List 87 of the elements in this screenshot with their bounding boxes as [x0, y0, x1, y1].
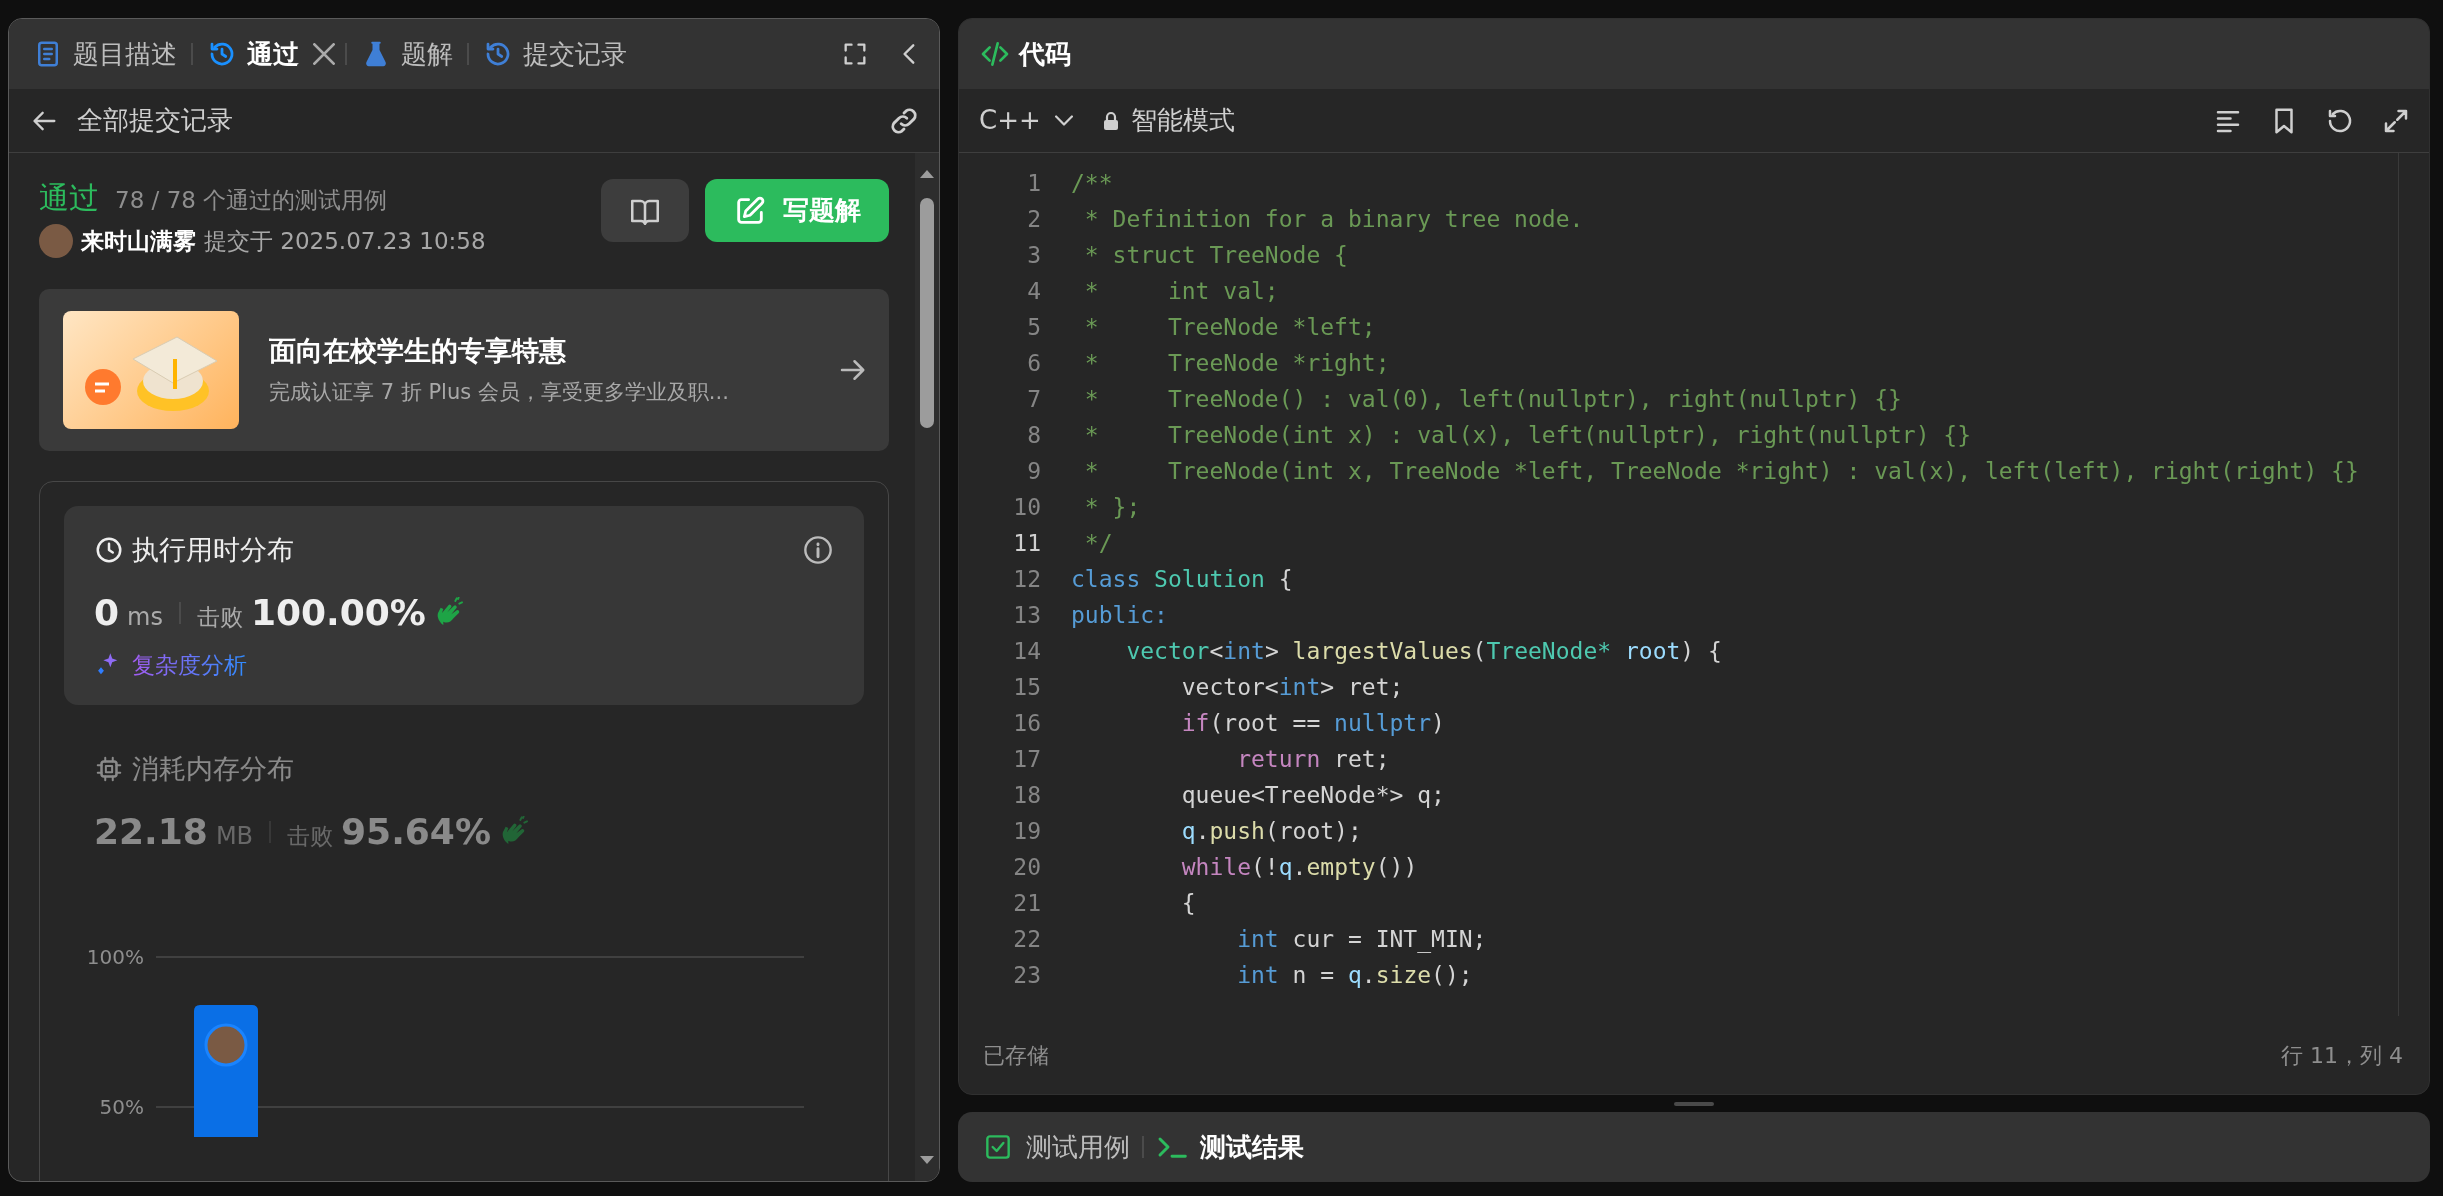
- panel-tab[interactable]: 提交记录: [479, 34, 631, 74]
- panel-tab[interactable]: 测试用例: [982, 1127, 1130, 1167]
- promo-banner[interactable]: 面向在校学生的专享特惠 完成认证享 7 折 Plus 会员，享受更多学业及职...: [39, 288, 889, 451]
- line-number: 22: [1012, 924, 1041, 954]
- line-number: 23: [1012, 960, 1041, 990]
- code-line: * TreeNode *right;: [1083, 348, 1390, 378]
- line-number: 6: [1026, 348, 1041, 378]
- code-line: if(root == nullptr): [1180, 708, 1445, 738]
- code-line: * TreeNode(int x, TreeNode *left, TreeNode *right) : val(x), left(left), right(right) {}: [1083, 456, 2359, 486]
- beats-label: 击败: [196, 603, 243, 632]
- metric-unit: ms: [127, 602, 163, 633]
- line-number: 15: [1012, 672, 1041, 702]
- beats-percent: 100.00%: [250, 591, 426, 635]
- avatar-marker: [204, 1023, 248, 1067]
- metric-title: 执行用时分布: [132, 532, 294, 567]
- info-icon[interactable]: [802, 533, 834, 566]
- beats-label: 击败: [287, 822, 334, 851]
- code-line: public:: [1071, 600, 1168, 630]
- panel-tab[interactable]: 通过: [203, 34, 303, 74]
- line-number: 16: [1012, 708, 1041, 738]
- panel-tab[interactable]: 测试结果: [1156, 1127, 1304, 1167]
- line-number: 2: [1026, 204, 1041, 234]
- panel-tab[interactable]: 题解: [357, 34, 457, 74]
- code-line: * struct TreeNode {: [1083, 240, 1348, 270]
- line-number: 13: [1012, 600, 1041, 630]
- line-number: 3: [1026, 240, 1041, 270]
- axis-label: 100%: [86, 945, 144, 969]
- code-line: while(!q.empty()): [1180, 852, 1418, 882]
- metric-unit: MB: [215, 821, 254, 852]
- line-number: 21: [1012, 888, 1041, 918]
- code-line: */: [1083, 528, 1113, 558]
- code-line: int cur = INT_MIN;: [1236, 924, 1487, 955]
- line-number: 14: [1012, 636, 1041, 666]
- line-number: 4: [1026, 276, 1041, 306]
- chevron-down-icon: [1054, 115, 1073, 126]
- avatar: [39, 224, 73, 259]
- code-line: q.push(root);: [1180, 816, 1362, 846]
- code-line: int n = q.size();: [1236, 960, 1473, 990]
- code-line: /**: [1071, 168, 1113, 198]
- author-name[interactable]: 来时山满雾: [81, 224, 196, 259]
- save-status: 已存储: [983, 1041, 1049, 1070]
- metric-title: 消耗内存分布: [132, 751, 294, 786]
- beats-percent: 95.64%: [341, 810, 491, 854]
- notes-button[interactable]: [601, 179, 689, 242]
- language-dropdown[interactable]: C++: [979, 101, 1073, 140]
- code-line: * int val;: [1083, 276, 1279, 306]
- line-number: 11: [1012, 528, 1041, 558]
- metric-section[interactable]: 消耗内存分布 22.18 MB 击败 95.64%: [64, 724, 864, 881]
- code-line: class Solution {: [1071, 564, 1293, 594]
- scrollbar[interactable]: [915, 153, 939, 1181]
- line-number: 12: [1012, 564, 1041, 594]
- code-line: * TreeNode() : val(0), left(nullptr), right(nullptr) {}: [1083, 384, 1902, 414]
- line-number: 17: [1012, 744, 1041, 774]
- code-line: vector<int> largestValues(TreeNode* root) {: [1125, 636, 1722, 666]
- mode-label: 智能模式: [1130, 104, 1235, 137]
- promo-title: 面向在校学生的专享特惠: [269, 333, 567, 368]
- status-text: 通过: [39, 179, 99, 217]
- back-link[interactable]: 全部提交记录: [31, 101, 233, 140]
- cursor-position: 行 11，列 4: [2281, 1041, 2403, 1070]
- line-number: 5: [1026, 312, 1041, 342]
- code-line: queue<TreeNode*> q;: [1180, 780, 1445, 810]
- axis-label: 50%: [99, 1095, 144, 1119]
- scrollbar-thumb[interactable]: [920, 198, 934, 428]
- line-number: 8: [1026, 420, 1041, 450]
- panel-title: 代码: [1019, 37, 1071, 71]
- line-number: 20: [1012, 852, 1041, 882]
- code-line: * };: [1083, 492, 1141, 522]
- line-number: 19: [1012, 816, 1041, 846]
- line-number: 9: [1026, 456, 1041, 486]
- test-summary: 78 / 78 个通过的测试用例: [115, 186, 388, 215]
- code-line: * Definition for a binary tree node.: [1083, 204, 1584, 234]
- panel-tab[interactable]: 题目描述: [29, 34, 181, 74]
- code-line: * TreeNode(int x) : val(x), left(nullptr), right(nullptr) {}: [1083, 420, 1972, 450]
- metric-card[interactable]: 执行用时分布 0 ms 击败 100.00% 复杂度分析: [64, 505, 864, 705]
- promo-subtitle: 完成认证享 7 折 Plus 会员，享受更多学业及职...: [269, 379, 730, 406]
- close-icon[interactable]: [313, 43, 335, 65]
- line-number: 10: [1012, 492, 1041, 522]
- line-number: 18: [1012, 780, 1041, 810]
- metric-value: 22.18: [94, 810, 208, 854]
- code-line: return ret;: [1236, 744, 1390, 774]
- metric-value: 0: [94, 591, 120, 635]
- code-line: * TreeNode *left;: [1083, 312, 1376, 342]
- code-line: {: [1180, 888, 1196, 918]
- line-number: 1: [1026, 168, 1041, 198]
- code-line: vector<int> ret;: [1180, 672, 1404, 702]
- submit-time: 提交于 2025.07.23 10:58: [204, 227, 486, 256]
- line-number: 7: [1026, 384, 1041, 414]
